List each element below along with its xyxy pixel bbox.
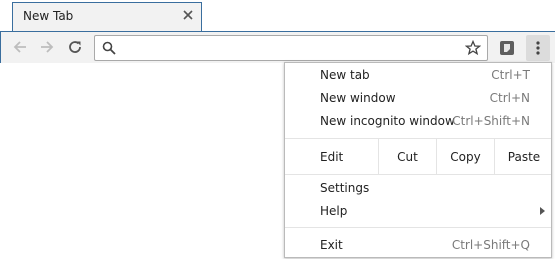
copy-button[interactable]: Copy [436,139,494,174]
menu-item-label: New tab [320,68,370,82]
menu-item-exit[interactable]: Exit Ctrl+Shift+Q [285,235,551,257]
menu-item-shortcut: Ctrl+Shift+N [452,114,530,128]
search-icon [101,40,117,56]
menu-edit-row: Edit Cut Copy Paste [285,139,551,174]
tab-new-tab[interactable]: New Tab [12,2,202,32]
back-button[interactable] [10,37,30,57]
close-icon[interactable] [181,8,195,22]
cut-button[interactable]: Cut [378,139,436,174]
menu-item-new-window[interactable]: New window Ctrl+N [285,88,551,110]
menu-item-label: Help [320,204,348,218]
reload-icon [69,41,81,53]
paste-button[interactable]: Paste [494,139,553,174]
menu-button[interactable] [526,35,550,61]
menu-item-label: New window [320,91,396,105]
menu-item-settings[interactable]: Settings [285,178,551,200]
arrow-right-icon [41,41,54,53]
app-menu: New tab Ctrl+T New window Ctrl+N New inc… [284,62,552,258]
address-input[interactable] [123,39,453,57]
menu-item-label: New incognito window [320,114,455,128]
kebab-menu-icon [536,41,540,55]
menu-separator [285,174,551,175]
toolbar [0,31,555,63]
menu-item-new-incognito-window[interactable]: New incognito window Ctrl+Shift+N [285,111,551,133]
forward-button[interactable] [37,37,57,57]
chevron-right-icon [540,207,545,215]
menu-item-shortcut: Ctrl+N [489,91,530,105]
extension-icon[interactable] [497,38,517,58]
menu-item-label: Settings [320,181,370,195]
menu-item-help[interactable]: Help [285,201,551,223]
menu-item-shortcut: Ctrl+Shift+Q [451,238,530,252]
menu-item-new-tab[interactable]: New tab Ctrl+T [285,65,551,87]
edit-label: Edit [320,150,344,164]
tab-strip: New Tab [0,0,555,32]
menu-separator [285,227,551,228]
reload-button[interactable] [65,37,85,57]
tab-title: New Tab [23,9,74,23]
menu-item-label: Exit [320,238,343,252]
omnibox[interactable] [94,35,488,61]
star-icon[interactable] [464,39,482,56]
arrow-left-icon [13,41,26,53]
menu-item-shortcut: Ctrl+T [491,68,530,82]
